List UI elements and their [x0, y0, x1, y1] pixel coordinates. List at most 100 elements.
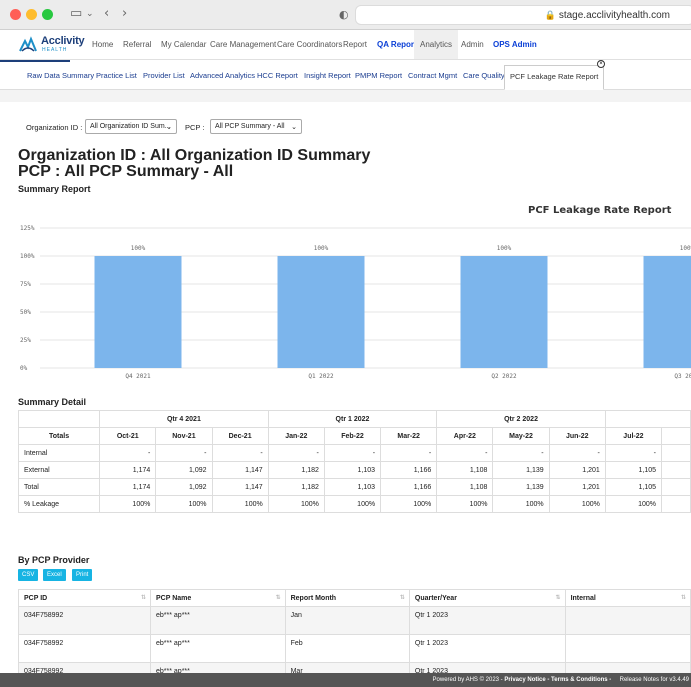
table-row[interactable]: 034F758992 eb*** ap*** Jan Qtr 1 2023 — [18, 606, 691, 635]
chevron-down-icon[interactable]: ⌄ — [86, 9, 94, 19]
release-notes-link[interactable]: Release Notes for v3.4.49 — [620, 677, 689, 683]
csv-button[interactable]: CSV — [18, 569, 39, 581]
table-cell: Jan — [284, 606, 410, 635]
privacy-notice-link[interactable]: Privacy Notice — [504, 677, 545, 683]
nav-home[interactable]: Home — [92, 40, 113, 49]
privacy-shield-icon[interactable]: ◐ — [339, 8, 349, 21]
pcp-provider-title: By PCP Provider — [18, 555, 90, 565]
summary-cell: - — [99, 444, 157, 462]
quarter-header: Qtr 2 2022 — [436, 410, 606, 428]
tab-hcc-report[interactable]: HCC Report — [257, 71, 298, 80]
summary-cell: - — [323, 444, 382, 462]
month-header: Jun-22 — [548, 427, 606, 445]
summary-cell: 1,139 — [492, 461, 550, 479]
totals-header: Totals — [17, 427, 101, 445]
back-arrow-icon[interactable]: ‹ — [104, 6, 109, 21]
logo-text: Acclivity — [41, 35, 85, 47]
lock-icon: 🔒 — [544, 11, 556, 21]
sidebar-toggle-icon[interactable]: ▭ — [70, 6, 82, 21]
month-header: Jan-22 — [267, 427, 325, 445]
table-cell: Qtr 1 2023 — [408, 634, 566, 663]
close-tab-icon[interactable]: × — [597, 60, 605, 68]
window-zoom-button[interactable] — [42, 9, 53, 20]
summary-cell: 100% — [492, 495, 550, 513]
month-header: Dec-21 — [211, 427, 269, 445]
nav-qa-report[interactable]: QA Report — [377, 40, 417, 49]
tab-provider-list[interactable]: Provider List — [143, 71, 185, 80]
row-label: External — [17, 461, 101, 479]
tab-advanced-analytics[interactable]: Advanced Analytics — [190, 71, 255, 80]
summary-cell — [661, 495, 691, 513]
summary-cell: - — [548, 444, 606, 462]
summary-row: % Leakage 100% 100% 100% 100% 100% 100% 100% 100… — [17, 495, 691, 513]
x-tick-label: Q3 2022 — [674, 373, 691, 380]
tab-contract-mgmt[interactable]: Contract Mgmt — [408, 71, 457, 80]
column-header-internal[interactable]: Internal ⇅ — [564, 589, 691, 607]
nav-my-calendar[interactable]: My Calendar — [161, 40, 206, 49]
organization-id-label: Organization ID : — [26, 123, 83, 132]
summary-cell: - — [211, 444, 269, 462]
column-header-pcp-name[interactable]: PCP Name ⇅ — [150, 589, 286, 607]
month-header: Apr-22 — [436, 427, 494, 445]
row-label: % Leakage — [17, 495, 101, 513]
table-cell: Feb — [284, 634, 410, 663]
tab-pmpm-report[interactable]: PMPM Report — [355, 71, 402, 80]
summary-cell: 1,105 — [604, 478, 663, 496]
column-header-pcp-id[interactable]: PCP ID ⇅ — [18, 589, 151, 607]
summary-cell: 100% — [211, 495, 269, 513]
nav-referral[interactable]: Referral — [123, 40, 151, 49]
chart-bar — [643, 256, 691, 368]
organization-id-select[interactable]: All Organization ID Sum... ⌄ — [85, 119, 177, 134]
column-header-report-month[interactable]: Report Month ⇅ — [284, 589, 410, 607]
summary-detail-title: Summary Detail — [18, 397, 87, 407]
summary-cell: - — [604, 444, 663, 462]
summary-cell: 100% — [155, 495, 213, 513]
acclivity-logo[interactable]: Acclivity HEALTH — [18, 34, 88, 56]
nav-admin[interactable]: Admin — [461, 40, 484, 49]
summary-cell: 1,182 — [267, 478, 325, 496]
page-footer: Powered by AHS © 2023 - Privacy Notice -… — [0, 673, 691, 687]
summary-row: External 1,174 1,092 1,147 1,182 1,103 1,166 1,… — [17, 461, 691, 479]
summary-cell: - — [380, 444, 438, 462]
summary-cell: 100% — [99, 495, 157, 513]
nav-analytics[interactable]: Analytics — [414, 30, 459, 59]
tab-insight-report[interactable]: Insight Report — [304, 71, 351, 80]
terms-link[interactable]: Terms & Conditions — [551, 677, 608, 683]
tab-raw-data-summary[interactable]: Raw Data Summary — [27, 71, 94, 80]
summary-cell: 1,166 — [380, 478, 438, 496]
summary-cell: 100% — [267, 495, 325, 513]
address-bar[interactable]: 🔒 stage.acclivityhealth.com — [355, 5, 691, 25]
pcp-select[interactable]: All PCP Summary - All ⌄ — [210, 119, 302, 134]
summary-cell: 1,147 — [211, 461, 269, 479]
nav-care-management[interactable]: Care Management — [210, 40, 276, 49]
window-close-button[interactable] — [10, 9, 21, 20]
row-label: Total — [17, 478, 101, 496]
column-header-quarter-year[interactable]: Quarter/Year ⇅ — [408, 589, 566, 607]
window-minimize-button[interactable] — [26, 9, 37, 20]
logo-subtext: HEALTH — [42, 47, 68, 53]
tab-practice-list[interactable]: Practice List — [96, 71, 137, 80]
summary-cell: 1,103 — [323, 461, 382, 479]
forward-arrow-icon[interactable]: › — [122, 6, 127, 21]
print-button[interactable]: Print — [72, 569, 93, 581]
analytics-subtabs: Raw Data Summary Practice List Provider … — [0, 62, 691, 90]
nav-ops-admin[interactable]: OPS Admin — [493, 40, 537, 49]
tab-care-quality[interactable]: Care Quality — [463, 71, 505, 80]
summary-cell: - — [436, 444, 494, 462]
summary-cell: 1,105 — [604, 461, 663, 479]
browser-toolbar: ▭ ⌄ ‹ › ◐ 🔒 stage.acclivityhealth.com — [0, 0, 691, 30]
summary-cell: 1,147 — [211, 478, 269, 496]
row-label: Internal — [17, 444, 101, 462]
summary-cell: 100% — [380, 495, 438, 513]
month-header: Feb-22 — [323, 427, 382, 445]
nav-report[interactable]: Report — [343, 40, 367, 49]
month-header: Mar-22 — [380, 427, 438, 445]
summary-cell: 1,166 — [380, 461, 438, 479]
table-row[interactable]: 034F758992 eb*** ap*** Feb Qtr 1 2023 — [18, 634, 691, 663]
summary-cell: 1,092 — [155, 461, 213, 479]
nav-care-coordinators[interactable]: Care Coordinators — [277, 40, 342, 49]
tab-pcf-leakage-rate-report[interactable]: PCF Leakage Rate Report — [504, 65, 605, 90]
summary-cell: - — [267, 444, 325, 462]
excel-button[interactable]: Excel — [43, 569, 66, 581]
corner-cell — [17, 410, 101, 428]
